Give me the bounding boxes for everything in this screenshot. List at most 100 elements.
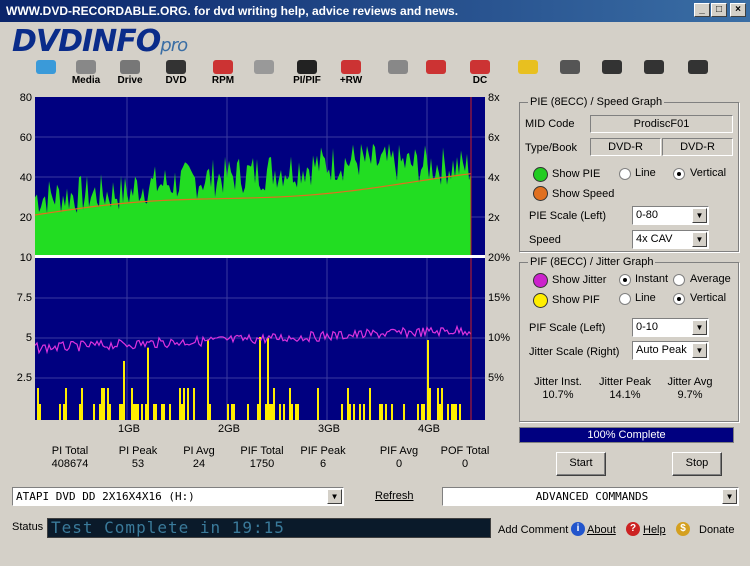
x-tick: 1GB bbox=[118, 423, 141, 435]
speed-select[interactable]: 4x CAV ▼ bbox=[632, 230, 709, 249]
toolbar-button[interactable] bbox=[594, 60, 630, 90]
toolbar-button[interactable] bbox=[380, 60, 416, 90]
toolbar-button[interactable] bbox=[680, 60, 716, 90]
jitter-peak-value: 14.1% bbox=[609, 389, 641, 401]
pif-vertical-radio[interactable] bbox=[673, 293, 685, 305]
toolbar-button[interactable]: Drive bbox=[112, 60, 148, 90]
pif-scale-select[interactable]: 0-10 ▼ bbox=[632, 318, 709, 337]
pif-bar bbox=[455, 404, 457, 420]
add-comment-link[interactable]: Add Comment bbox=[498, 524, 568, 536]
toolbar-button[interactable]: +RW bbox=[333, 60, 369, 90]
show-jitter-toggle[interactable] bbox=[533, 273, 548, 288]
maximize-button[interactable]: □ bbox=[711, 3, 727, 17]
pie-right-tick: 8x bbox=[488, 92, 500, 104]
pif-left-tick: 10 bbox=[19, 252, 32, 264]
jitter-instant-radio[interactable] bbox=[619, 274, 631, 286]
pif-left-tick: 5 bbox=[25, 332, 32, 344]
pif-right-tick: 5% bbox=[488, 372, 504, 384]
pif-graph-svg bbox=[34, 258, 485, 420]
toolbar-button[interactable]: PI/PIF bbox=[289, 60, 325, 90]
pif-bar bbox=[133, 404, 135, 420]
stat-item: PIF Avg 0 bbox=[374, 445, 424, 471]
show-pie-label: Show PIE bbox=[552, 168, 601, 180]
toolbar-button[interactable] bbox=[636, 60, 672, 90]
rpm-icon bbox=[213, 60, 233, 74]
jitter-inst-stat: Jitter Inst. 10.7% bbox=[527, 376, 589, 402]
pif-bar bbox=[259, 337, 261, 420]
pif-bar bbox=[99, 404, 101, 420]
pif-bar bbox=[37, 388, 39, 420]
pif-right-tick: 20% bbox=[488, 252, 511, 264]
pif-bar bbox=[363, 404, 365, 420]
stat-item: PI Avg 24 bbox=[174, 445, 224, 471]
toolbar-label: DVD bbox=[165, 75, 187, 86]
stop-icon bbox=[688, 60, 708, 74]
toolbar-button[interactable]: RPM bbox=[205, 60, 241, 90]
pie-scale-select[interactable]: 0-80 ▼ bbox=[632, 206, 709, 225]
jitter-peak-stat: Jitter Peak 14.1% bbox=[593, 376, 657, 402]
toolbar-button[interactable] bbox=[418, 60, 454, 90]
jitter-average-radio[interactable] bbox=[673, 274, 685, 286]
toolbar-button[interactable]: DVD bbox=[158, 60, 194, 90]
pif-line-label: Line bbox=[635, 292, 656, 304]
pif-bar bbox=[359, 404, 361, 420]
chevron-down-icon: ▼ bbox=[692, 343, 707, 358]
status-display: Test Complete in 19:15 bbox=[47, 518, 491, 538]
progress-bar: 100% Complete bbox=[519, 427, 734, 443]
toolbar-button[interactable] bbox=[28, 60, 64, 90]
pie-right-tick: 2x bbox=[488, 212, 500, 224]
close-button[interactable]: × bbox=[730, 3, 746, 17]
pif-bar bbox=[417, 404, 419, 420]
pif-bar bbox=[65, 388, 67, 420]
toolbar-label: Media bbox=[71, 75, 101, 86]
pif-bar bbox=[437, 388, 439, 420]
show-speed-toggle[interactable] bbox=[533, 186, 548, 201]
pie-vertical-label: Vertical bbox=[690, 167, 727, 179]
rw-icon bbox=[341, 60, 361, 74]
toolbar-button[interactable]: DC bbox=[462, 60, 498, 90]
drive-select[interactable]: ATAPI DVD DD 2X16X4X16 (H:) ▼ bbox=[12, 487, 344, 506]
minimize-button[interactable]: _ bbox=[694, 3, 710, 17]
stat-label: PI Total bbox=[51, 445, 89, 457]
x-tick: 2GB bbox=[218, 423, 241, 435]
toolbar-button[interactable] bbox=[552, 60, 588, 90]
pif-bar bbox=[269, 404, 271, 420]
jitter-scale-select[interactable]: Auto Peak ▼ bbox=[632, 341, 709, 360]
eject-icon bbox=[388, 60, 408, 74]
stat-label: POF Total bbox=[440, 445, 490, 457]
advanced-commands-select[interactable]: ADVANCED COMMANDS ▼ bbox=[442, 487, 739, 506]
pie-line-radio[interactable] bbox=[619, 168, 631, 180]
chevron-down-icon: ▼ bbox=[692, 208, 707, 223]
notes-icon bbox=[602, 60, 622, 74]
show-pie-toggle[interactable] bbox=[533, 167, 548, 182]
pif-bar bbox=[257, 404, 259, 420]
start-button[interactable]: Start bbox=[556, 452, 606, 476]
jitter-scale-value: Auto Peak bbox=[636, 344, 687, 356]
jitter-scale-label: Jitter Scale (Right) bbox=[529, 346, 620, 358]
pie-graph bbox=[34, 97, 485, 255]
refresh-link[interactable]: Refresh bbox=[375, 490, 414, 502]
stat-label: PI Peak bbox=[118, 445, 158, 457]
help-link[interactable]: Help bbox=[643, 524, 666, 536]
about-link[interactable]: About bbox=[587, 524, 616, 536]
pif-bar bbox=[101, 388, 103, 420]
pie-vertical-radio[interactable] bbox=[673, 168, 685, 180]
camera-icon bbox=[560, 60, 580, 74]
donate-link[interactable]: Donate bbox=[699, 524, 734, 536]
pif-bar bbox=[63, 404, 65, 420]
pif-bar bbox=[451, 404, 453, 420]
pif-bar bbox=[121, 404, 123, 420]
toolbar-button[interactable] bbox=[246, 60, 282, 90]
show-pif-toggle[interactable] bbox=[533, 293, 548, 308]
pif-right-tick: 15% bbox=[488, 292, 511, 304]
jitter-avg-value: 9.7% bbox=[677, 389, 703, 401]
toolbar-label: DC bbox=[472, 75, 488, 86]
stop-button[interactable]: Stop bbox=[672, 452, 722, 476]
pif-graph bbox=[34, 258, 485, 420]
pif-line-radio[interactable] bbox=[619, 293, 631, 305]
pie-line-label: Line bbox=[635, 167, 656, 179]
pif-bar bbox=[39, 404, 41, 420]
wave-icon bbox=[426, 60, 446, 74]
toolbar-button[interactable] bbox=[510, 60, 546, 90]
toolbar-button[interactable]: Media bbox=[68, 60, 104, 90]
